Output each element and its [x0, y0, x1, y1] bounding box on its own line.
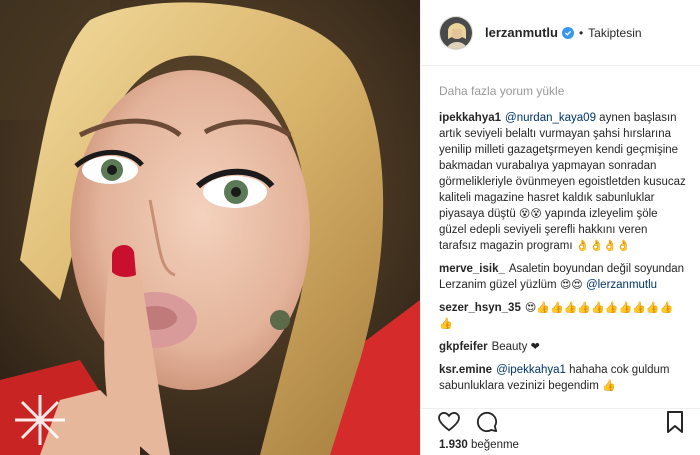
comment-emoji: 😍😍 [559, 278, 583, 291]
comment-text: aynen başlasın artık seviyeli belaltı vu… [439, 112, 686, 220]
load-more-comments-link[interactable]: Daha fazla yorum yükle [439, 84, 686, 98]
post-photo[interactable] [0, 0, 420, 455]
comment-button[interactable] [475, 410, 499, 434]
comment-username[interactable]: gkpfeifer [439, 341, 488, 353]
comment-bubble-icon [476, 411, 498, 432]
likes-number: 1.930 [439, 439, 468, 451]
comment-item: sezer_hsyn_35 😍👍👍👍👍👍👍👍👍👍👍👍 [439, 300, 686, 332]
likes-count[interactable]: 1.930 beğenme [439, 439, 519, 451]
comment-text: Beauty [491, 341, 531, 353]
separator-dot: • [578, 25, 584, 40]
avatar[interactable] [439, 15, 473, 50]
verified-badge-icon [561, 26, 574, 39]
comment-item: merve_isik_ Asaletin boyundan değil soyun… [439, 261, 686, 293]
comment-list: Daha fazla yorum yükle ipekkahya1 @nurdan… [421, 66, 700, 406]
comment-emoji: 👍 [602, 379, 616, 392]
comment-mention-link[interactable]: @nurdan_kaya09 [505, 112, 596, 124]
post-header: lerzanmutlu • Takiptesin [421, 0, 700, 66]
post-sidebar: lerzanmutlu • Takiptesin Daha fazla yoru… [420, 0, 700, 455]
comment-mention-link[interactable]: @lerzanmutlu [586, 279, 657, 291]
comment-username[interactable]: ipekkahya1 [439, 112, 501, 124]
post-author-username[interactable]: lerzanmutlu [485, 25, 558, 40]
heart-icon [438, 411, 460, 431]
action-bar [421, 408, 700, 434]
follow-status-button[interactable]: Takiptesin [588, 26, 641, 40]
comment-item: gkpfeifer Beauty ❤ [439, 339, 686, 355]
comment-item: ipekkahya1 @nurdan_kaya09 aynen başlasın … [439, 110, 686, 254]
like-button[interactable] [437, 410, 461, 434]
likes-label: beğenme [470, 439, 519, 451]
comment-username[interactable]: ksr.emine [439, 364, 492, 376]
selfie-image [0, 0, 420, 455]
comment-emoji: ❤ [530, 340, 540, 353]
comment-username[interactable]: merve_isik_ [439, 263, 505, 275]
comment-container: ipekkahya1 @nurdan_kaya09 aynen başlasın … [439, 110, 686, 394]
comment-item: ksr.emine @ipekkahya1 hahaha cok guldum s… [439, 362, 686, 394]
comment-emoji: 😵😵 [518, 207, 542, 220]
save-button[interactable] [663, 410, 687, 434]
comment-emoji: 👌👌👌👌 [575, 239, 631, 252]
avatar-image [440, 16, 472, 49]
comment-mention-link[interactable]: @ipekkahya1 [496, 364, 566, 376]
comment-username[interactable]: sezer_hsyn_35 [439, 302, 521, 314]
bookmark-icon [667, 410, 683, 433]
